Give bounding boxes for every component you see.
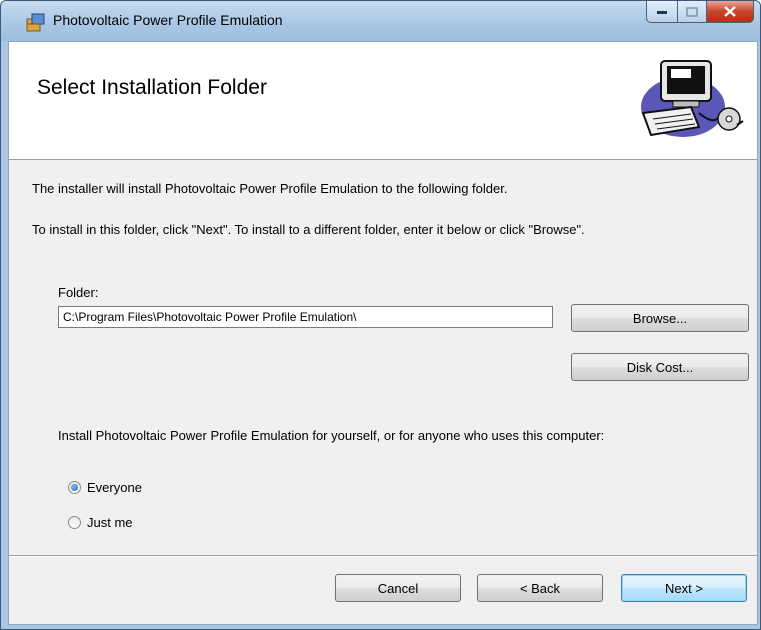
folder-input[interactable] bbox=[58, 306, 553, 328]
radio-button-unselected[interactable] bbox=[68, 516, 81, 529]
install-scope-prompt: Install Photovoltaic Power Profile Emula… bbox=[58, 428, 605, 443]
title-bar[interactable]: Photovoltaic Power Profile Emulation bbox=[1, 1, 760, 41]
back-button[interactable]: < Back bbox=[477, 574, 603, 602]
disk-cost-button[interactable]: Disk Cost... bbox=[571, 353, 749, 381]
maximize-button[interactable] bbox=[678, 1, 707, 23]
computer-with-disc-clipart bbox=[641, 60, 744, 137]
dialog-body: Select Installation Folder The installer… bbox=[8, 41, 758, 625]
radio-label-everyone: Everyone bbox=[87, 480, 142, 495]
radio-button-selected[interactable] bbox=[68, 481, 81, 494]
instruction-text: To install in this folder, click "Next".… bbox=[32, 222, 585, 237]
radio-label-just-me: Just me bbox=[87, 515, 133, 530]
maximize-icon bbox=[686, 6, 698, 17]
radio-just-me[interactable]: Just me bbox=[68, 515, 133, 530]
page-title: Select Installation Folder bbox=[37, 76, 267, 99]
window-title: Photovoltaic Power Profile Emulation bbox=[53, 12, 283, 28]
footer-divider bbox=[9, 555, 757, 557]
browse-button[interactable]: Browse... bbox=[571, 304, 749, 332]
close-icon bbox=[724, 6, 736, 17]
intro-text: The installer will install Photovoltaic … bbox=[32, 181, 508, 196]
next-button[interactable]: Next > bbox=[621, 574, 747, 602]
installer-icon bbox=[26, 13, 45, 32]
close-button[interactable] bbox=[707, 1, 754, 23]
radio-everyone[interactable]: Everyone bbox=[68, 480, 142, 495]
minimize-icon bbox=[657, 10, 667, 14]
cancel-button[interactable]: Cancel bbox=[335, 574, 461, 602]
installer-window: Photovoltaic Power Profile Emulation Sel… bbox=[0, 0, 761, 630]
header-banner: Select Installation Folder bbox=[9, 42, 757, 160]
folder-label: Folder: bbox=[58, 285, 99, 300]
minimize-button[interactable] bbox=[646, 1, 678, 23]
caption-buttons bbox=[646, 1, 754, 23]
